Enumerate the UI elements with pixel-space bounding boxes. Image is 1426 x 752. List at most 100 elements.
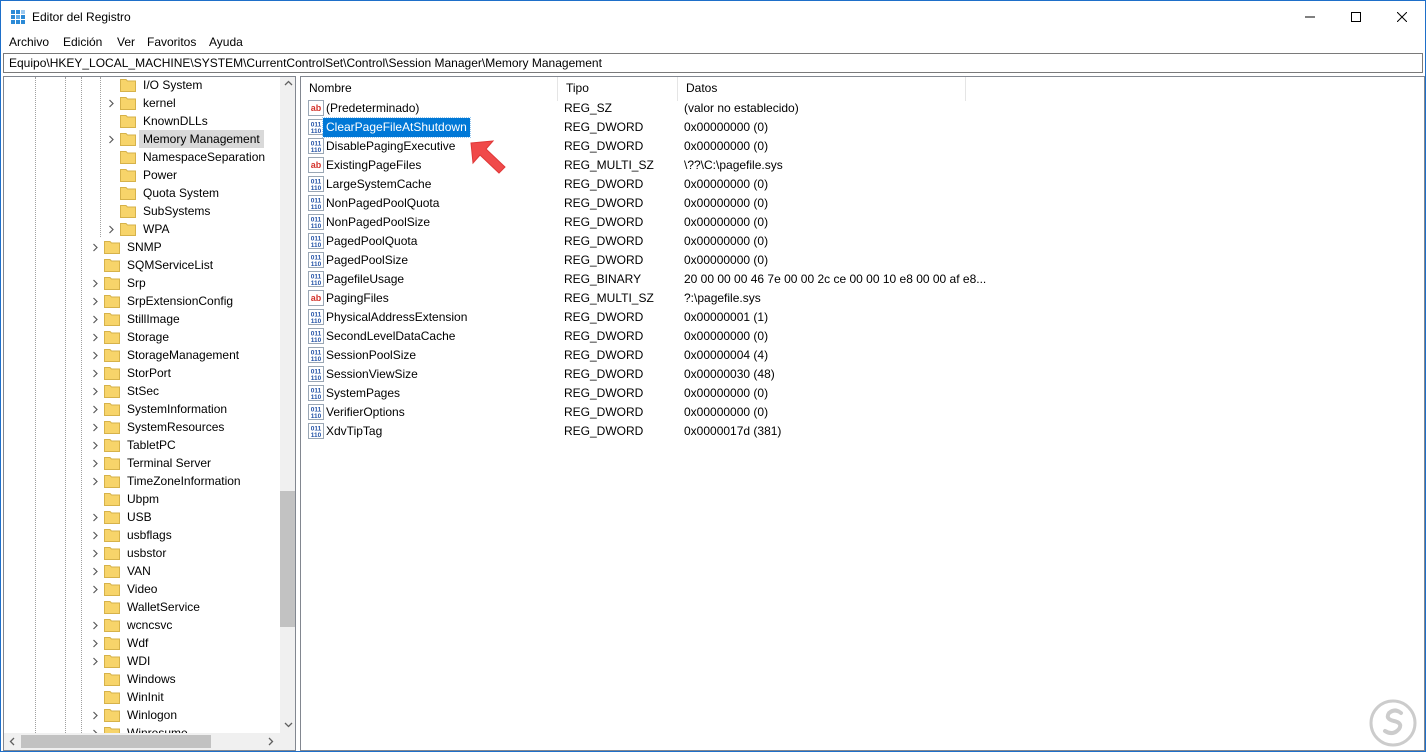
tree-vertical-scrollbar[interactable] — [280, 77, 295, 733]
scroll-right-icon[interactable] — [266, 737, 275, 746]
tree-node[interactable]: KnownDLLs — [106, 112, 280, 130]
expander[interactable] — [90, 454, 100, 472]
expander[interactable] — [90, 274, 100, 292]
menu-ayuda[interactable]: Ayuda — [209, 34, 243, 50]
expander[interactable] — [90, 328, 100, 346]
maximize-button[interactable] — [1333, 1, 1379, 32]
value-row[interactable]: 011 110 PagedPoolSize REG_DWORD 0x00000000 (… — [301, 251, 1001, 270]
value-row[interactable]: 011 110 NonPagedPoolSize REG_DWORD 0x0000000… — [301, 213, 1001, 232]
tree-node[interactable]: Winresume — [90, 724, 280, 733]
value-row[interactable]: 011 110 PhysicalAddressExtension REG_DWORD 0… — [301, 308, 1001, 327]
column-header-type[interactable]: Tipo — [558, 77, 678, 101]
menu-archivo[interactable]: Archivo — [9, 34, 49, 50]
address-bar[interactable]: Equipo\HKEY_LOCAL_MACHINE\SYSTEM\Current… — [3, 53, 1423, 73]
expander[interactable] — [90, 400, 100, 418]
tree-node[interactable]: Windows — [90, 670, 280, 688]
tree-node[interactable]: WPA — [106, 220, 280, 238]
expander[interactable] — [90, 346, 100, 364]
expander[interactable] — [90, 526, 100, 544]
value-row[interactable]: 011 110 PagefileUsage REG_BINARY 20 00 00 00… — [301, 270, 1001, 289]
expander[interactable] — [90, 418, 100, 436]
tree-node[interactable]: I/O System — [106, 77, 280, 94]
expander[interactable] — [90, 292, 100, 310]
expander[interactable] — [90, 310, 100, 328]
tree-node[interactable]: StorageManagement — [90, 346, 280, 364]
tree-node[interactable]: Quota System — [106, 184, 280, 202]
tree-node[interactable]: usbstor — [90, 544, 280, 562]
expander[interactable] — [90, 706, 100, 724]
value-row[interactable]: 011 110 SessionPoolSize REG_DWORD 0x00000004… — [301, 346, 1001, 365]
tree-node[interactable]: WinInit — [90, 688, 280, 706]
tree-node[interactable]: SNMP — [90, 238, 280, 256]
menu-favoritos[interactable]: Favoritos — [147, 34, 196, 50]
tree-node[interactable]: Storage — [90, 328, 280, 346]
value-row[interactable]: 011 110 SecondLevelDataCache REG_DWORD 0x000… — [301, 327, 1001, 346]
tree-node[interactable]: Power — [106, 166, 280, 184]
scroll-down-icon[interactable] — [284, 720, 293, 729]
scroll-up-icon[interactable] — [284, 79, 293, 88]
tree-node[interactable]: SQMServiceList — [90, 256, 280, 274]
tree-horizontal-scrollbar[interactable] — [4, 733, 280, 750]
value-row[interactable]: 011 110 LargeSystemCache REG_DWORD 0x0000000… — [301, 175, 1001, 194]
expander[interactable] — [90, 382, 100, 400]
expander[interactable] — [90, 580, 100, 598]
expander[interactable] — [90, 544, 100, 562]
value-row[interactable]: 011 110 SessionViewSize REG_DWORD 0x00000030… — [301, 365, 1001, 384]
column-header-name[interactable]: Nombre — [301, 77, 558, 101]
tree-node[interactable]: SrpExtensionConfig — [90, 292, 280, 310]
value-row[interactable]: 011 110 SystemPages REG_DWORD 0x00000000 (0) — [301, 384, 1001, 403]
tree-node[interactable]: Wdf — [90, 634, 280, 652]
expander[interactable] — [90, 562, 100, 580]
tree-node[interactable]: SubSystems — [106, 202, 280, 220]
tree-node[interactable]: Winlogon — [90, 706, 280, 724]
tree-vertical-scroll-thumb[interactable] — [280, 491, 295, 627]
value-row[interactable]: 011 110 NonPagedPoolQuota REG_DWORD 0x000000… — [301, 194, 1001, 213]
tree-node[interactable]: usbflags — [90, 526, 280, 544]
expander[interactable] — [90, 652, 100, 670]
expander[interactable] — [90, 616, 100, 634]
tree-node[interactable]: StorPort — [90, 364, 280, 382]
tree-node[interactable]: NamespaceSeparation — [106, 148, 280, 166]
expander[interactable] — [90, 508, 100, 526]
value-row[interactable]: 011 110 VerifierOptions REG_DWORD 0x00000000… — [301, 403, 1001, 422]
tree-node[interactable]: Video — [90, 580, 280, 598]
column-header-data[interactable]: Datos — [678, 77, 966, 101]
expander[interactable] — [106, 130, 116, 148]
value-row[interactable]: 011 110 ClearPageFileAtShutdown REG_DWORD 0x… — [301, 117, 1001, 138]
expander[interactable] — [106, 220, 116, 238]
tree-node[interactable]: kernel — [106, 94, 280, 112]
expander[interactable] — [90, 724, 100, 733]
expander[interactable] — [90, 364, 100, 382]
expander[interactable] — [90, 472, 100, 490]
tree-node[interactable]: Srp — [90, 274, 280, 292]
menu-ver[interactable]: Ver — [117, 34, 135, 50]
tree-node[interactable]: TabletPC — [90, 436, 280, 454]
tree-node[interactable]: WDI — [90, 652, 280, 670]
value-row[interactable]: ab PagingFiles REG_MULTI_SZ ?:\pagefile.sys — [301, 289, 1001, 308]
value-row[interactable]: 011 110 PagedPoolQuota REG_DWORD 0x00000000 … — [301, 232, 1001, 251]
tree-node[interactable]: Ubpm — [90, 490, 280, 508]
expander[interactable] — [106, 94, 116, 112]
tree-node[interactable]: SystemInformation — [90, 400, 280, 418]
expander[interactable] — [90, 238, 100, 256]
value-row[interactable]: 011 110 DisablePagingExecutive REG_DWORD 0x0… — [301, 137, 1001, 156]
tree-node[interactable]: USB — [90, 508, 280, 526]
tree-node[interactable]: wcncsvc — [90, 616, 280, 634]
minimize-button[interactable] — [1287, 1, 1333, 32]
value-row[interactable]: ab (Predeterminado) REG_SZ (valor no establ… — [301, 99, 1001, 118]
tree-node[interactable]: Memory Management — [106, 130, 280, 148]
close-button[interactable] — [1379, 1, 1425, 32]
expander[interactable] — [90, 436, 100, 454]
tree-node[interactable]: SystemResources — [90, 418, 280, 436]
tree-node[interactable]: Terminal Server — [90, 454, 280, 472]
expander[interactable] — [90, 634, 100, 652]
menu-edicion[interactable]: Edición — [63, 34, 102, 50]
value-row[interactable]: ab ExistingPageFiles REG_MULTI_SZ \??\C:\pa… — [301, 156, 1001, 175]
tree-node[interactable]: StSec — [90, 382, 280, 400]
tree-horizontal-scroll-thumb[interactable] — [21, 735, 211, 748]
value-row[interactable]: 011 110 XdvTipTag REG_DWORD 0x0000017d (381) — [301, 422, 1001, 441]
scroll-left-icon[interactable] — [8, 737, 17, 746]
tree-node[interactable]: StillImage — [90, 310, 280, 328]
tree-node[interactable]: VAN — [90, 562, 280, 580]
tree-node[interactable]: WalletService — [90, 598, 280, 616]
